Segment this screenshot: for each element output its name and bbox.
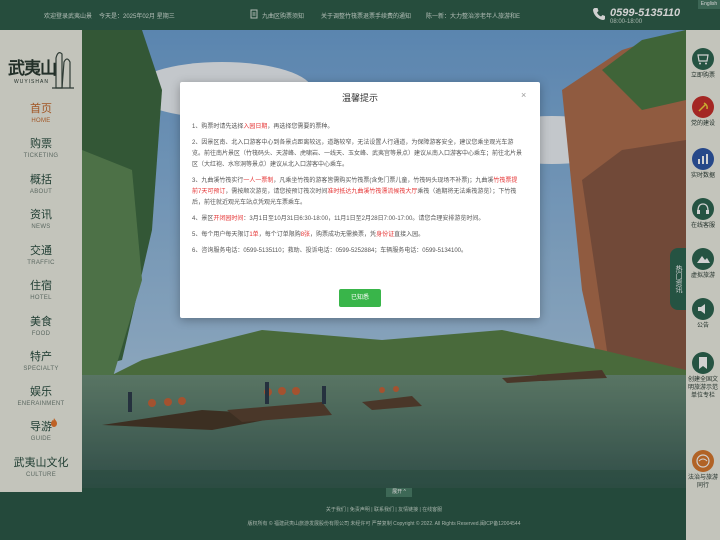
notice-item-5: 5、每个用户每天限订1单，每个订单限购8张，购票成功无需换票，凭身份证直接入园。: [192, 230, 522, 241]
notice-text: ，购票成功无需换票，凭: [310, 232, 377, 238]
notice-highlight: 8张: [300, 232, 311, 238]
notice-highlight: 入园日期: [243, 124, 268, 130]
notice-text: ：3月1日至10月31日6:30-18:00，11月1日至2月28日7:00-1…: [243, 216, 485, 222]
notice-item-2: 2、因景区南、北入口游客中心到各景点距离较远，道路较窄，无法设置人行通道，为保障…: [192, 140, 523, 168]
notice-text: 4、景区: [192, 216, 214, 222]
notice-highlight: 1单: [249, 232, 259, 238]
notice-text: 1、购票时请先选择: [192, 124, 244, 130]
acknowledge-button[interactable]: 已知悉: [339, 289, 381, 307]
notice-text: ，再选择您需要的票种。: [267, 124, 334, 130]
close-icon[interactable]: ×: [521, 90, 526, 100]
notice-modal: 温馨提示 × 1、购票时请先选择入园日期，再选择您需要的票种。 2、因景区南、北…: [180, 82, 540, 318]
notice-highlight: 开闭园时间: [213, 216, 244, 222]
notice-text: ，每个订单限购: [258, 232, 301, 238]
notice-item-4: 4、景区开闭园时间：3月1日至10月31日6:30-18:00，11月1日至2月…: [192, 214, 522, 225]
notice-text: 3、九曲溪竹筏实行: [192, 178, 244, 184]
notice-text: ，需按顺次游览，请您按预订筏次时间: [225, 189, 328, 195]
modal-body: 1、购票时请先选择入园日期，再选择您需要的票种。 2、因景区南、北入口游客中心到…: [192, 122, 522, 262]
notice-highlight: 一人一票制: [243, 178, 274, 184]
notice-text: ，凡乘坐竹筏的游客皆需购买竹筏票(含免门票儿童，竹筏码头现场不补票)；九曲溪: [273, 178, 494, 184]
notice-item-1: 1、购票时请先选择入园日期，再选择您需要的票种。: [192, 122, 522, 133]
notice-highlight: 准时抵达九曲溪竹筏漂流候筏大厅: [327, 189, 418, 195]
notice-text: 5、每个用户每天限订: [192, 232, 250, 238]
notice-item-3: 3、九曲溪竹筏实行一人一票制，凡乘坐竹筏的游客皆需购买竹筏票(含免门票儿童，竹筏…: [192, 176, 522, 209]
modal-title: 温馨提示: [341, 93, 378, 103]
notice-item-6: 6、咨询服务电话：0599-5135110；救助、投诉电话：0599-52528…: [192, 248, 468, 254]
notice-text: 直接入园。: [394, 232, 425, 238]
notice-highlight: 身份证: [376, 232, 395, 238]
